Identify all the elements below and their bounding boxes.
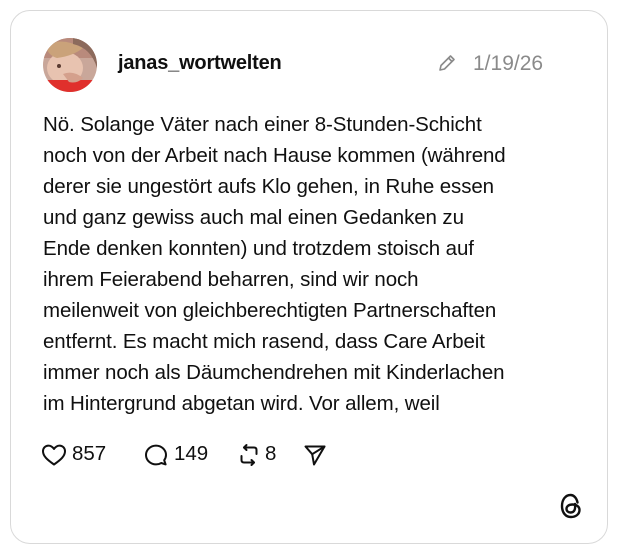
like-button[interactable]: 857 [41, 441, 113, 469]
post-body: Nö. Solange Väter nach einer 8-Stunden-S… [43, 109, 583, 419]
send-icon [304, 445, 326, 466]
repost-button[interactable]: 8 [237, 441, 281, 469]
post-body-line: und ganz gewiss auch mal einen Gedanken … [43, 206, 464, 229]
speech-bubble-icon [145, 444, 167, 466]
pencil-icon [439, 55, 455, 71]
avatar[interactable] [43, 38, 97, 92]
threads-logo[interactable] [557, 491, 585, 521]
like-count: 857 [72, 442, 107, 465]
reply-button[interactable]: 149 [144, 441, 216, 469]
share-button[interactable] [303, 441, 329, 469]
heart-icon [42, 444, 66, 466]
post-body-line: Ende denken konnten) und trotzdem stoisc… [43, 237, 474, 260]
post-body-line: entfernt. Es macht mich rasend, dass Car… [43, 330, 485, 353]
post-body-line: ihrem Feierabend beharren, sind wir noch [43, 268, 419, 291]
post-card: janas_wortwelten 1/19/26 Nö. Solange Vät… [10, 10, 608, 544]
post-body-line: meilenweit von gleichberechtigten Partne… [43, 299, 497, 322]
reply-count: 149 [174, 442, 209, 465]
post-body-line: im Hintergrund abgetan wird. Vor allem, … [43, 392, 440, 415]
repost-count: 8 [265, 442, 277, 465]
username[interactable]: janas_wortwelten [118, 52, 282, 75]
post-date[interactable]: 1/19/26 [473, 52, 543, 76]
post-body-line: immer noch als Däumchendrehen mit Kinder… [43, 361, 505, 384]
post-body-line: derer sie ungestört aufs Klo gehen, in R… [43, 175, 494, 198]
post-body-line: Nö. Solange Väter nach einer 8-Stunden-S… [43, 113, 482, 136]
post-body-line: noch von der Arbeit nach Hause kommen (w… [43, 144, 506, 167]
avatar-image [43, 38, 97, 92]
repost-icon [240, 444, 258, 466]
